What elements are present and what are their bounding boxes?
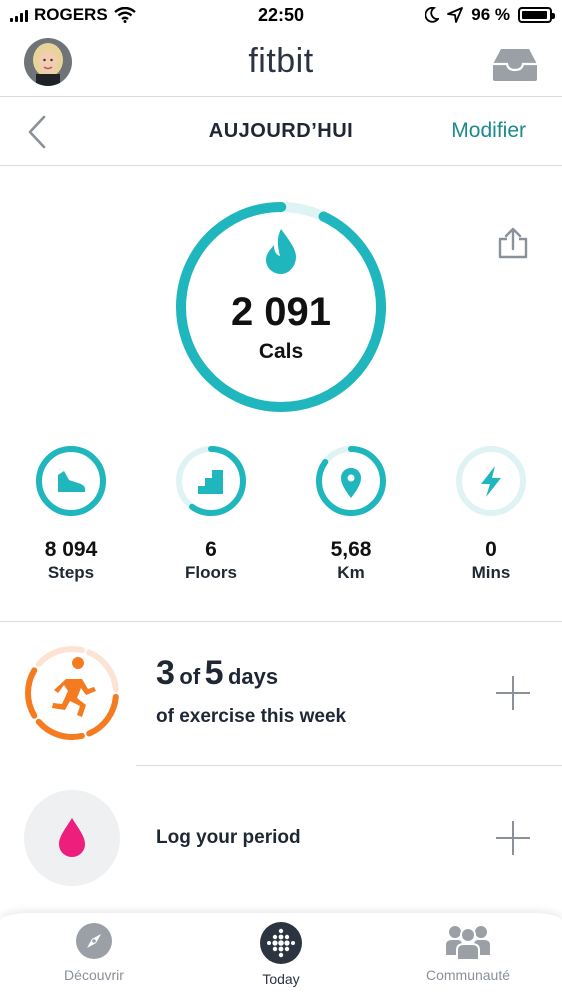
flame-icon — [266, 229, 296, 274]
nav-today[interactable]: Today — [211, 921, 351, 987]
location-pin-icon — [341, 468, 361, 498]
community-icon — [446, 926, 490, 961]
stat-active-minutes[interactable]: 0 Mins — [436, 444, 546, 583]
fitbit-logo: fitbit — [248, 42, 314, 80]
compass-icon — [76, 923, 112, 959]
stat-steps[interactable]: 8 094 Steps — [16, 444, 126, 583]
running-person-icon — [52, 657, 96, 717]
steps-label: Steps — [47, 563, 95, 582]
exercise-days-unit: days — [227, 664, 279, 689]
date-navigation: AUJOURD’HUI Modifier — [0, 98, 562, 164]
exercise-of: of — [179, 664, 201, 689]
calories-unit: Cals — [258, 340, 304, 363]
location-arrow-icon — [447, 7, 464, 23]
battery-percent: 96 % — [471, 5, 510, 24]
stat-floors[interactable]: 6 Floors — [156, 444, 266, 583]
shoe-icon — [58, 471, 85, 492]
nav-discover-label: Découvrir — [64, 967, 124, 983]
log-period-label: Log your period — [156, 827, 301, 848]
floors-label: Floors — [185, 563, 237, 582]
distance-value: 5,68 — [330, 538, 372, 561]
exercise-day-segment — [35, 718, 85, 740]
battery-icon — [518, 7, 555, 23]
nav-today-label: Today — [262, 971, 300, 987]
exercise-subtitle: of exercise this week — [156, 706, 347, 727]
share-icon[interactable] — [496, 226, 530, 260]
nav-discover[interactable]: Découvrir — [24, 921, 164, 983]
inbox-icon[interactable] — [492, 46, 538, 82]
minutes-label: Mins — [471, 563, 511, 582]
floors-value: 6 — [205, 538, 217, 561]
calories-value: 2 091 — [230, 290, 332, 334]
period-icon-circle — [24, 790, 120, 886]
header-divider — [0, 96, 562, 97]
lightning-icon — [481, 466, 501, 497]
exercise-days-ring — [25, 646, 119, 740]
status-bar: ROGERS 22:50 96 % — [0, 0, 562, 30]
add-period-button[interactable] — [496, 821, 530, 855]
modify-button[interactable]: Modifier — [451, 119, 526, 143]
droplet-icon — [59, 818, 85, 857]
bottom-navigation: Découvrir Today Communauté — [0, 913, 562, 999]
distance-label: Km — [337, 563, 365, 582]
add-exercise-button[interactable] — [496, 676, 530, 710]
battery-level — [522, 11, 547, 19]
steps-value: 8 094 — [44, 538, 98, 561]
nav-community[interactable]: Communauté — [398, 921, 538, 983]
exercise-days-done: 3 — [156, 654, 175, 692]
app-header: fitbit — [0, 32, 562, 96]
exercise-days-title: 3 of 5 days — [156, 654, 278, 693]
minutes-value: 0 — [485, 538, 497, 561]
stat-distance[interactable]: 5,68 Km — [296, 444, 406, 583]
exercise-day-segment — [25, 667, 38, 719]
moon-icon — [425, 7, 440, 23]
exercise-day-segment — [86, 693, 119, 737]
exercise-days-goal: 5 — [204, 654, 224, 692]
exercise-day-segment — [86, 649, 119, 693]
subheader-divider — [0, 165, 562, 166]
stairs-icon — [198, 470, 223, 494]
nav-community-label: Communauté — [425, 967, 511, 983]
fitbit-dots-icon — [260, 922, 302, 964]
